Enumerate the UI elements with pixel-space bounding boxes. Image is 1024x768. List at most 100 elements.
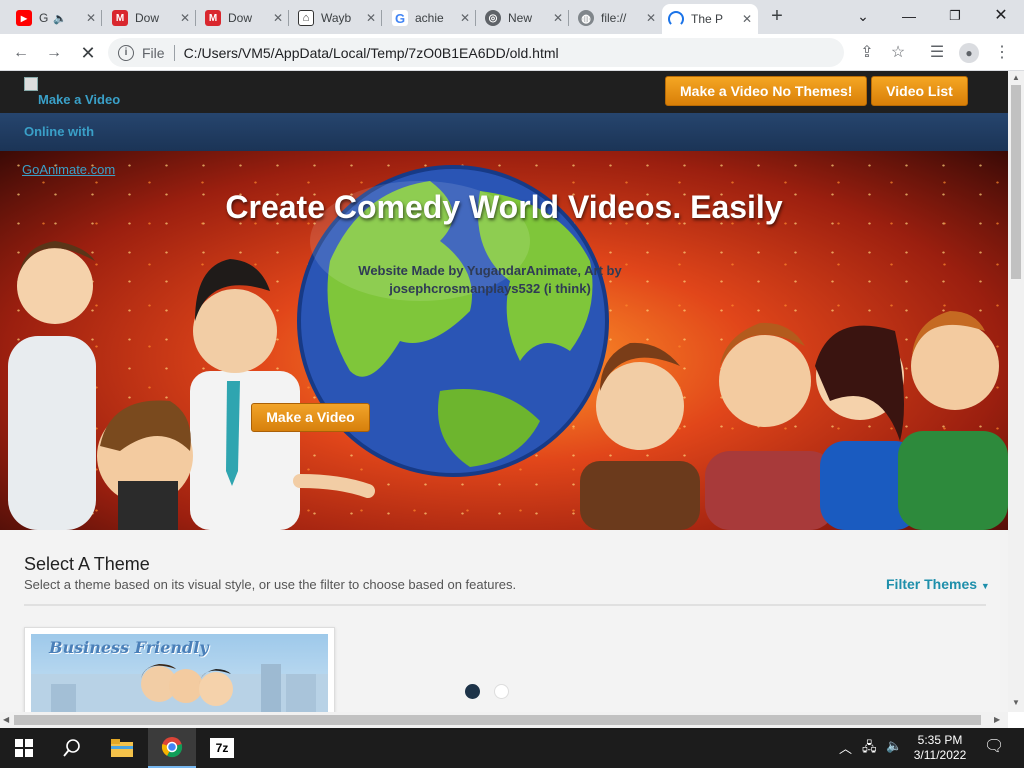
windows-taskbar: 7z ︿ 🖧 🔈 5:35 PM 3/11/2022 🗨 xyxy=(0,728,1024,768)
hero-banner: GoAnimate.com Create Comedy World Videos… xyxy=(0,151,1008,530)
tab-separator xyxy=(475,10,476,26)
close-tab-icon[interactable]: ✕ xyxy=(742,12,752,26)
broken-image-icon xyxy=(24,77,38,91)
system-clock[interactable]: 5:35 PM 3/11/2022 xyxy=(908,733,972,763)
forward-arrow-icon[interactable]: → xyxy=(42,41,66,65)
filter-themes-dropdown[interactable]: Filter Themes ▼ xyxy=(886,576,990,592)
url-text[interactable]: C:/Users/VM5/AppData/Local/Temp/7zO0B1EA… xyxy=(184,45,559,61)
section-subtitle: Select a theme based on its visual style… xyxy=(24,577,517,592)
stop-loading-icon[interactable]: ✕ xyxy=(76,41,100,65)
menu-kebab-icon[interactable]: ⋮ xyxy=(990,41,1014,65)
chrome-icon: ◎ xyxy=(485,10,501,26)
scroll-down-icon[interactable]: ▼ xyxy=(1012,698,1020,707)
make-a-video-button[interactable]: Make a Video xyxy=(251,403,370,432)
logo-alt-text: Make a Video xyxy=(38,92,121,107)
goanimate-link[interactable]: GoAnimate.com xyxy=(22,162,115,177)
volume-icon[interactable]: 🔈 xyxy=(886,738,902,754)
bookmark-star-icon[interactable]: ☆ xyxy=(886,41,910,65)
youtube-icon: ▶ xyxy=(16,10,32,26)
brand-tagline: Online with xyxy=(24,124,95,139)
minimize-icon[interactable]: — xyxy=(894,4,924,28)
mega-icon: M xyxy=(205,10,221,26)
browser-toolbar: ← → ✕ i File C:/Users/VM5/AppData/Local/… xyxy=(0,34,1024,71)
browser-tab[interactable]: ▶ G 🔈 ✕ xyxy=(10,4,102,32)
section-title: Select A Theme xyxy=(24,554,150,574)
network-icon[interactable]: 🖧 xyxy=(862,738,877,760)
browser-tab-strip: ▶ G 🔈 ✕ M Dow ✕ M Dow ✕ ⌂ Wayb ✕ G achie… xyxy=(0,0,1024,34)
close-tab-icon[interactable]: ✕ xyxy=(273,11,283,25)
close-tab-icon[interactable]: ✕ xyxy=(366,11,376,25)
horizontal-scroll-thumb[interactable] xyxy=(14,715,981,725)
select-theme-section: Select A Theme Select a theme based on i… xyxy=(0,530,1008,712)
filter-themes-label: Filter Themes xyxy=(886,576,978,592)
make-video-no-themes-button[interactable]: Make a Video No Themes! xyxy=(665,76,868,106)
speaker-icon[interactable]: 🔈 xyxy=(53,12,67,25)
browser-tab[interactable]: ◎ New ✕ xyxy=(479,4,569,32)
tab-separator xyxy=(101,10,102,26)
horizontal-scrollbar[interactable]: ◀ ▶ xyxy=(0,712,1008,728)
reading-list-icon[interactable]: ☰ xyxy=(925,41,949,65)
scroll-right-icon[interactable]: ▶ xyxy=(994,715,1000,724)
hero-credit-text: Website Made by YugandarAnimate, Art by … xyxy=(358,263,622,296)
search-button[interactable] xyxy=(48,728,96,768)
notification-center-icon[interactable]: 🗨 xyxy=(984,736,1004,756)
close-tab-icon[interactable]: ✕ xyxy=(460,11,470,25)
theme-card[interactable]: Business Friendly xyxy=(24,627,335,712)
vertical-scrollbar[interactable]: ▲ ▼ xyxy=(1008,71,1024,712)
site-logo[interactable]: Make a Video xyxy=(24,77,120,107)
restore-icon[interactable]: ❐ xyxy=(940,4,970,28)
scroll-up-icon[interactable]: ▲ xyxy=(1012,73,1020,82)
carousel-dot-active[interactable] xyxy=(465,684,480,699)
site-header: Make a Video Make a Video No Themes! Vid… xyxy=(0,71,1008,113)
clock-time: 5:35 PM xyxy=(917,733,963,747)
profile-avatar-icon[interactable]: ● xyxy=(957,41,981,65)
site-subheader: Online with xyxy=(0,113,1008,151)
taskbar-app-7zip[interactable]: 7z xyxy=(198,728,246,768)
windows-logo-icon xyxy=(15,739,33,757)
vertical-scroll-thumb[interactable] xyxy=(1011,85,1021,279)
tab-separator xyxy=(195,10,196,26)
tab-search-icon[interactable]: ⌄ xyxy=(848,4,878,28)
chrome-icon xyxy=(161,737,183,758)
loading-spinner-icon xyxy=(668,11,684,27)
browser-tab[interactable]: M Dow ✕ xyxy=(106,4,196,32)
wayback-icon: ⌂ xyxy=(298,10,314,26)
carousel-dot[interactable] xyxy=(494,684,509,699)
browser-tab-active[interactable]: The P ✕ xyxy=(662,4,758,34)
start-button[interactable] xyxy=(0,728,48,768)
url-scheme-label: File xyxy=(142,44,165,61)
close-tab-icon[interactable]: ✕ xyxy=(180,11,190,25)
tab-title: The P xyxy=(691,12,724,26)
tab-title: Wayb xyxy=(321,11,352,25)
omnibox-divider xyxy=(173,44,175,61)
browser-tab[interactable]: ⌂ Wayb ✕ xyxy=(292,4,382,32)
back-arrow-icon[interactable]: ← xyxy=(9,41,33,65)
file-explorer-icon xyxy=(111,739,133,757)
address-bar[interactable]: i File C:/Users/VM5/AppData/Local/Temp/7… xyxy=(108,38,844,67)
taskbar-app-file-explorer[interactable] xyxy=(98,728,146,768)
browser-tab[interactable]: G achie ✕ xyxy=(386,4,476,32)
tab-title: Dow xyxy=(135,11,160,25)
tab-separator xyxy=(288,10,289,26)
new-tab-button[interactable]: + xyxy=(766,6,788,28)
video-list-button[interactable]: Video List xyxy=(871,76,968,106)
site-info-icon[interactable]: i xyxy=(118,44,134,61)
globe-icon: ◍ xyxy=(578,10,594,26)
close-tab-icon[interactable]: ✕ xyxy=(646,11,656,25)
browser-tab[interactable]: M Dow ✕ xyxy=(199,4,289,32)
character-group-right xyxy=(580,311,1008,530)
browser-tab[interactable]: ◍ file:// ✕ xyxy=(572,4,662,32)
taskbar-app-chrome[interactable] xyxy=(148,728,196,768)
7zip-icon: 7z xyxy=(210,738,234,758)
tab-title: achie xyxy=(415,11,444,25)
tab-title: New xyxy=(508,11,533,25)
show-hidden-icons-icon[interactable]: ︿ xyxy=(839,738,852,757)
tab-title: G xyxy=(39,11,49,25)
mega-icon: M xyxy=(112,10,128,26)
share-icon[interactable]: ⇪ xyxy=(855,41,879,65)
scroll-left-icon[interactable]: ◀ xyxy=(3,715,9,724)
close-tab-icon[interactable]: ✕ xyxy=(553,11,563,25)
theme-card-title: Business Friendly xyxy=(49,638,209,657)
close-window-icon[interactable]: ✕ xyxy=(986,4,1016,28)
close-tab-icon[interactable]: ✕ xyxy=(86,11,96,25)
